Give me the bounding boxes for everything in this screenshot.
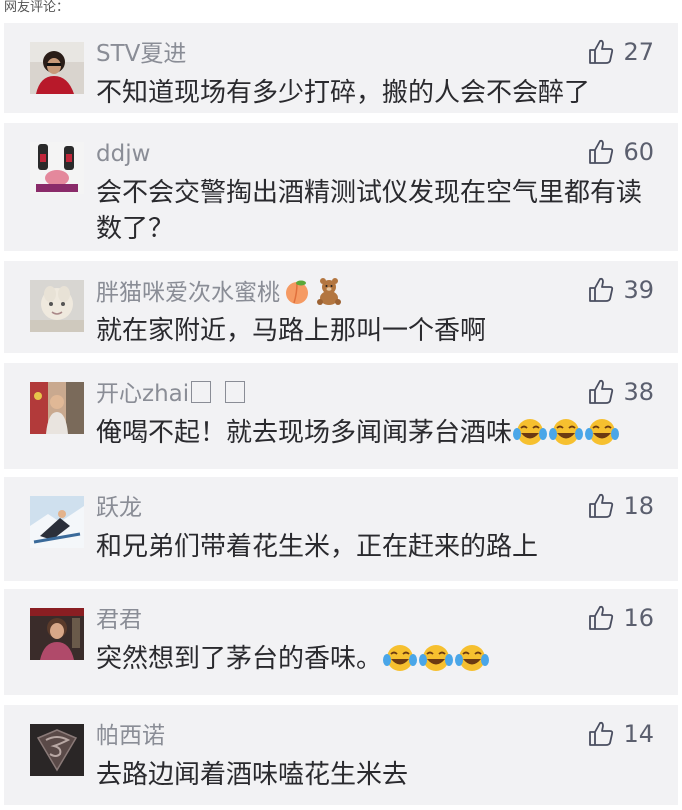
avatar[interactable]: [30, 608, 84, 660]
comment-card: 开心zhai 38 俺喝不起！就去现场多闻闻茅台酒味: [4, 363, 678, 469]
username[interactable]: 君君: [96, 605, 142, 635]
username[interactable]: STV夏进: [96, 39, 186, 69]
username[interactable]: 胖猫咪爱次水蜜桃: [96, 277, 344, 308]
avatar[interactable]: [30, 280, 84, 332]
thumbs-up-icon: [589, 39, 614, 64]
comment-card: 胖猫咪爱次水蜜桃 39 就在家附近，马路上那叫一个香啊: [4, 261, 678, 353]
thumbs-up-icon: [589, 605, 614, 630]
teddy-bear-emoji-icon: [314, 277, 344, 305]
thumbs-up-icon: [589, 139, 614, 164]
comment-card: ddjw 60 会不会交警掏出酒精测试仪发现在空气里都有读数了？: [4, 123, 678, 251]
tears-of-joy-emoji-icon: [454, 643, 490, 673]
tears-of-joy-emoji-icon: [418, 643, 454, 673]
comment-text: 去路边闻着酒味嗑花生米去: [96, 760, 409, 790]
comment-card: STV夏进 27 不知道现场有多少打碎，搬的人会不会醉了: [4, 23, 678, 113]
thumbs-up-icon: [589, 721, 614, 746]
tears-of-joy-emoji-icon: [584, 417, 620, 447]
like-button[interactable]: 60: [587, 137, 654, 167]
like-button[interactable]: 27: [587, 37, 654, 67]
like-button[interactable]: 38: [587, 377, 654, 407]
like-count: 60: [623, 138, 654, 166]
username-text: 开心zhai: [96, 381, 190, 407]
comment-card: 跃龙 18 和兄弟们带着花生米，正在赶来的路上: [4, 477, 678, 581]
username[interactable]: 帕西诺: [96, 721, 165, 751]
username[interactable]: 跃龙: [96, 493, 142, 523]
comment-card: 帕西诺 14 去路边闻着酒味嗑花生米去: [4, 705, 678, 805]
like-button[interactable]: 14: [587, 719, 654, 749]
like-count: 38: [623, 378, 654, 406]
comment-text-body: 突然想到了茅台的香味。: [96, 644, 383, 674]
comment-text: 突然想到了茅台的香味。: [96, 641, 644, 677]
tears-of-joy-emoji-icon: [382, 643, 418, 673]
comment-text: 俺喝不起！就去现场多闻闻茅台酒味: [96, 415, 644, 451]
missing-glyph-icon: [225, 381, 246, 403]
avatar[interactable]: [30, 724, 84, 776]
like-count: 14: [623, 720, 654, 748]
section-title: 网友评论：: [4, 0, 70, 15]
avatar[interactable]: [30, 382, 84, 434]
like-count: 16: [623, 604, 654, 632]
avatar[interactable]: [30, 142, 84, 194]
like-button[interactable]: 16: [587, 603, 654, 633]
thumbs-up-icon: [589, 493, 614, 518]
avatar[interactable]: [30, 496, 84, 548]
like-count: 27: [623, 38, 654, 66]
username-text: 胖猫咪爱次水蜜桃: [96, 280, 280, 306]
username[interactable]: 开心zhai: [96, 379, 246, 409]
like-button[interactable]: 18: [587, 491, 654, 521]
avatar[interactable]: [30, 42, 84, 94]
thumbs-up-icon: [589, 277, 614, 302]
username[interactable]: ddjw: [96, 139, 150, 169]
tears-of-joy-emoji-icon: [512, 417, 548, 447]
comment-text-body: 俺喝不起！就去现场多闻闻茅台酒味: [96, 418, 513, 448]
missing-glyph-icon: [191, 381, 212, 403]
like-count: 18: [623, 492, 654, 520]
like-count: 39: [623, 276, 654, 304]
like-button[interactable]: 39: [587, 275, 654, 305]
comment-text: 就在家附近，马路上那叫一个香啊: [96, 316, 487, 346]
peach-emoji-icon: [282, 277, 312, 305]
thumbs-up-icon: [589, 379, 614, 404]
comment-text: 和兄弟们带着花生米，正在赶来的路上: [96, 532, 539, 562]
comment-text: 不知道现场有多少打碎，搬的人会不会醉了: [96, 78, 591, 108]
comment-text: 会不会交警掏出酒精测试仪发现在空气里都有读数了？: [96, 178, 643, 244]
comment-card: 君君 16 突然想到了茅台的香味。: [4, 589, 678, 695]
tears-of-joy-emoji-icon: [548, 417, 584, 447]
